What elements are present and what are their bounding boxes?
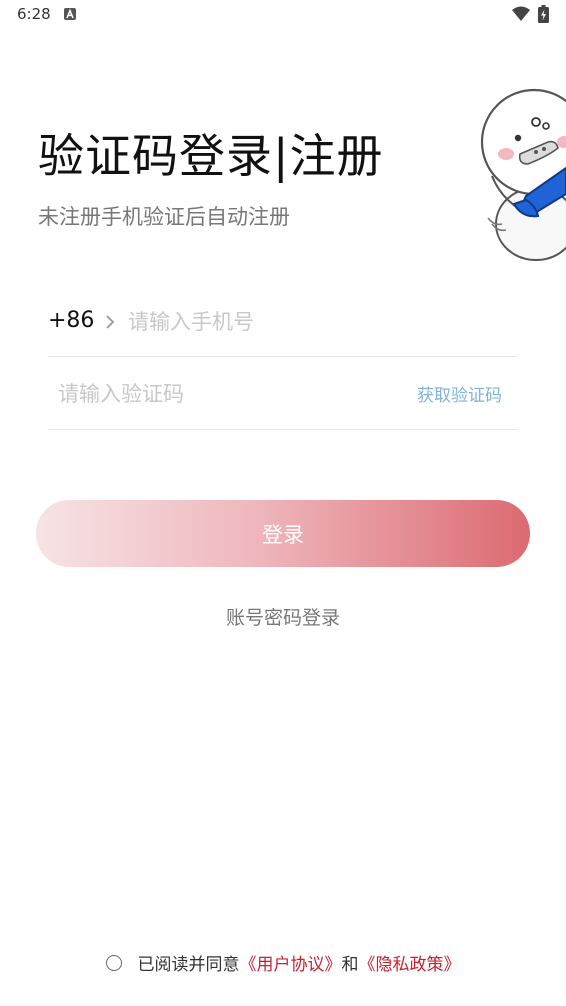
get-code-button[interactable]: 获取验证码 [417, 381, 502, 406]
user-agreement-link[interactable]: 《用户协议》 [240, 950, 342, 975]
password-login-link[interactable]: 账号密码登录 [0, 603, 566, 630]
agreement-row: 已阅读并同意 《用户协议》 和 《隐私政策》 [0, 950, 566, 975]
page-title: 验证码登录|注册 [38, 129, 384, 183]
mascot-illustration [480, 88, 566, 261]
login-button-label: 登录 [262, 522, 304, 547]
wifi-icon [512, 6, 530, 21]
agreement-conjunction: 和 [341, 955, 359, 975]
privacy-policy-link[interactable]: 《隐私政策》 [359, 950, 461, 975]
phone-input[interactable] [128, 304, 508, 340]
agreement-prefix: 已阅读并同意 [137, 955, 240, 975]
battery-charging-icon [538, 5, 549, 23]
verification-code-input[interactable] [58, 376, 378, 412]
page-subtitle: 未注册手机验证后自动注册 [38, 205, 290, 229]
notification-app-icon [64, 8, 76, 20]
radio-unchecked-icon[interactable] [105, 954, 122, 971]
phone-row: +86 [48, 290, 518, 357]
country-code-selector[interactable]: +86 [48, 308, 94, 333]
status-bar: 6:28 [0, 0, 566, 30]
chevron-right-icon[interactable] [104, 314, 116, 330]
code-row: 获取验证码 [48, 358, 518, 430]
status-time: 6:28 [17, 5, 51, 23]
login-button[interactable]: 登录 [36, 500, 530, 567]
